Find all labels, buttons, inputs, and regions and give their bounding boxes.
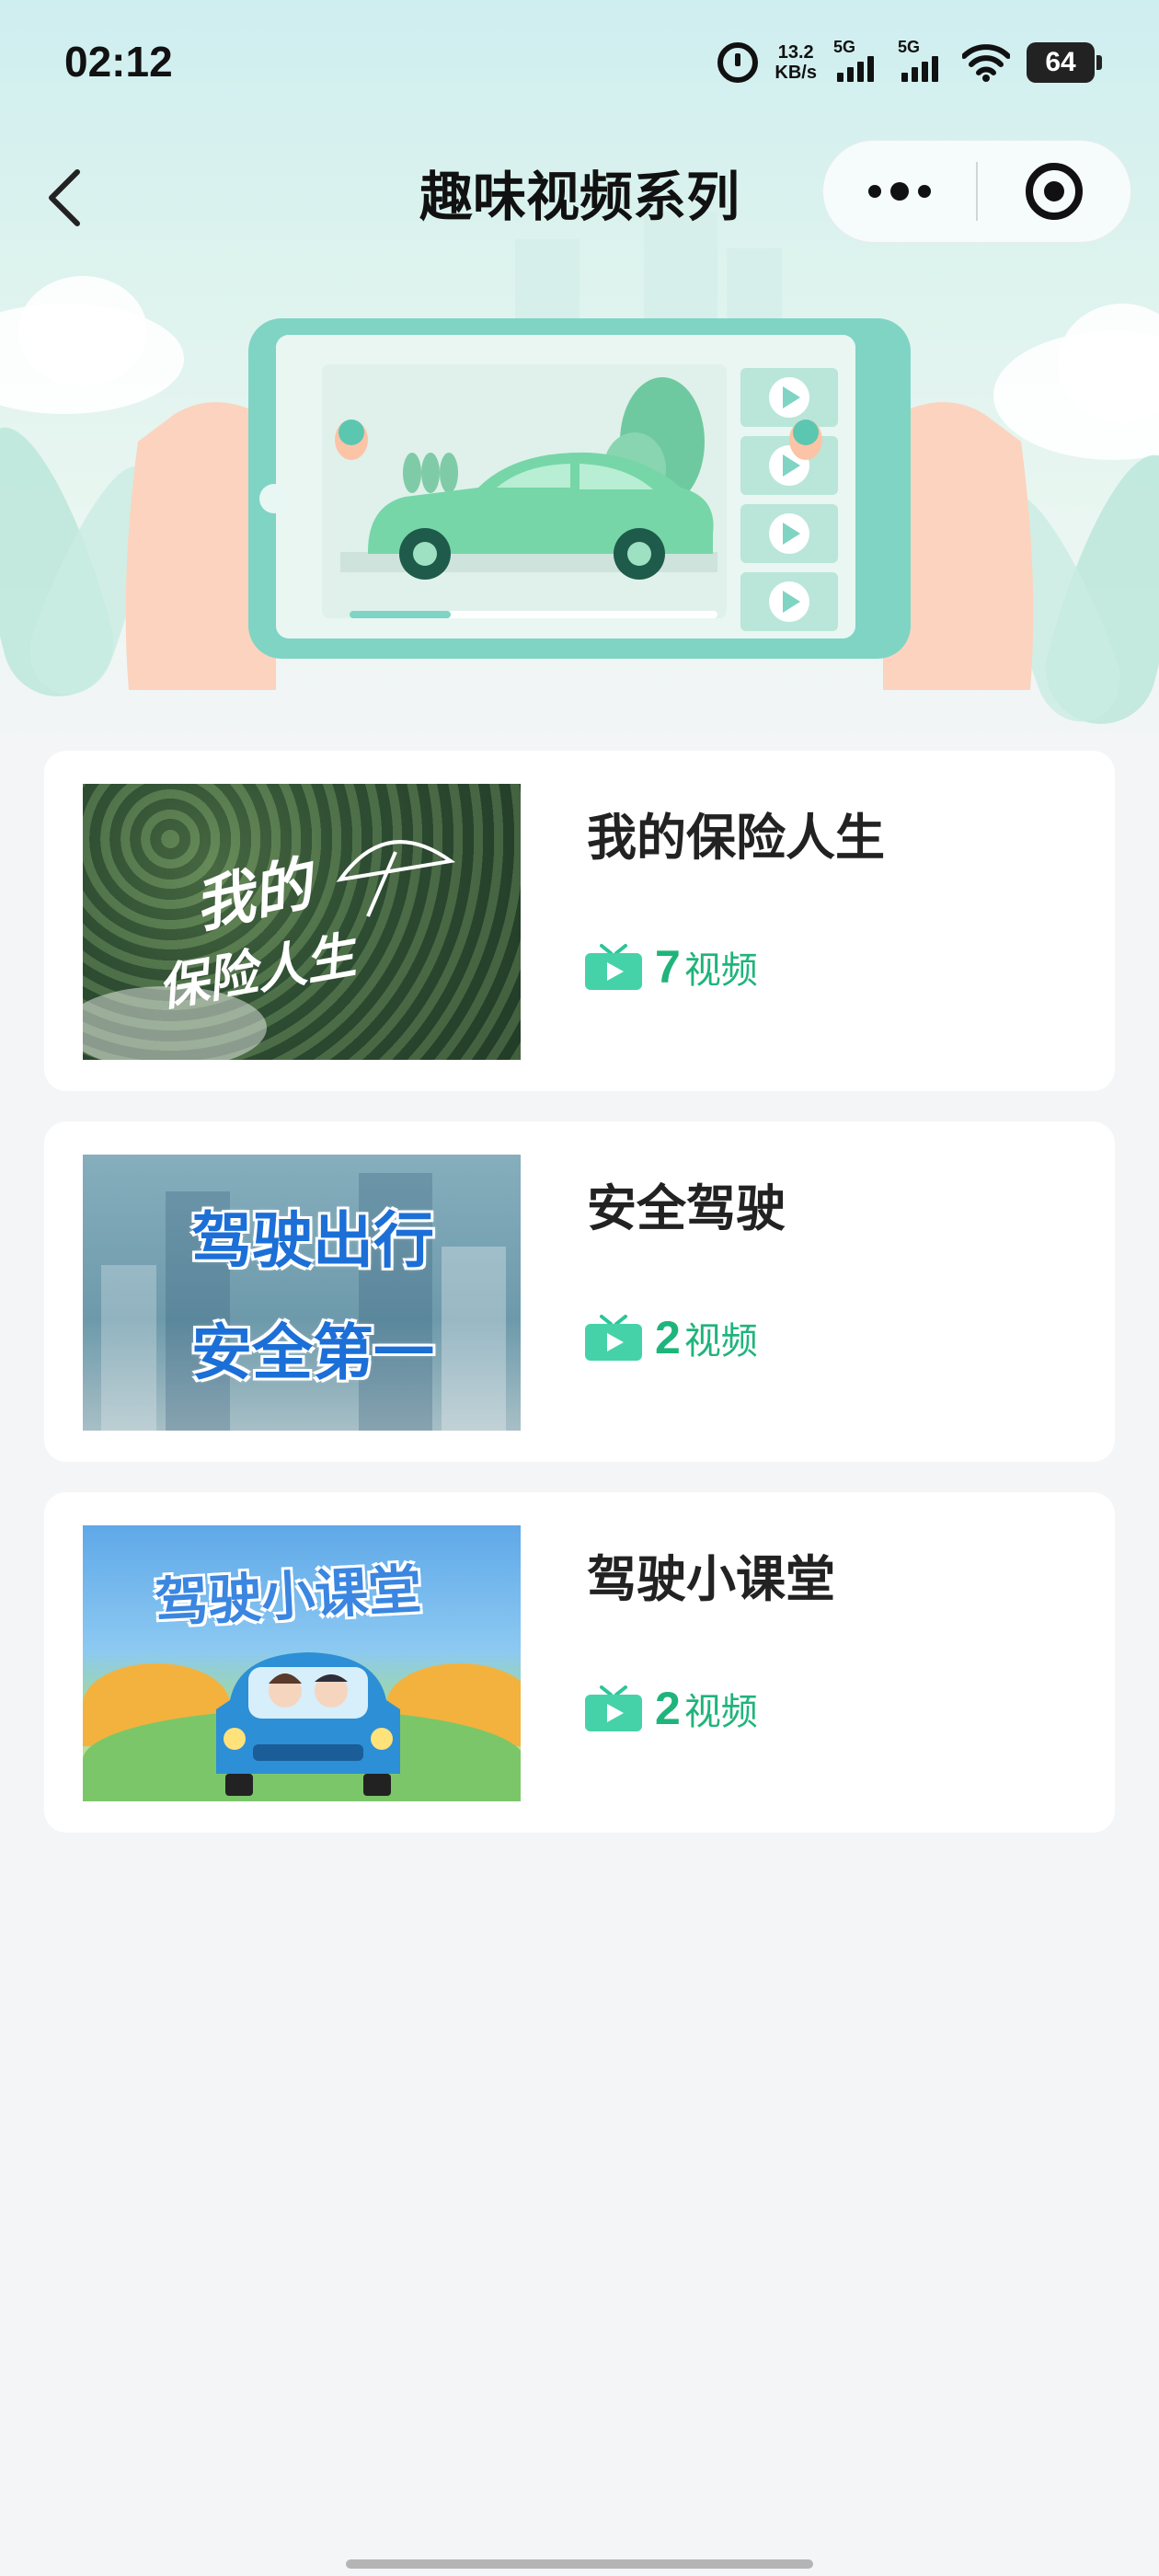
thumbnail-caption: 驾驶出行 [191,1205,434,1276]
car-icon [216,1652,400,1796]
series-thumbnail: 驾驶出行 安全第一 [83,1155,521,1431]
thumbnail-caption: 安全第一 [191,1317,434,1388]
tv-icon [585,1685,642,1731]
alarm-icon [717,42,759,83]
signal-icon: 5G [833,38,881,84]
video-count-number: 7 [655,941,681,993]
signal-icon: 5G [898,38,946,84]
status-icons: 13.2 KB/s 5G 5G 64 [717,37,1102,88]
video-count: 7 视频 [585,935,758,999]
network-speed: 13.2 KB/s [775,42,817,83]
series-card-safe-driving[interactable]: 驾驶出行 安全第一 安全驾驶 2 视频 [44,1121,1115,1462]
video-count-number: 2 [655,1683,681,1734]
video-count-label: 视频 [683,1691,758,1733]
network-speed-value: 13.2 [777,42,814,63]
home-indicator[interactable] [346,2559,813,2569]
close-mini-program-button[interactable] [978,141,1130,242]
hero-illustration [125,318,1034,690]
series-title: 安全驾驶 [587,1179,786,1237]
video-count-number: 2 [655,1312,681,1363]
network-speed-unit: KB/s [775,63,817,83]
chevron-left-icon [49,169,80,226]
series-thumbnail: 驾驶小课堂 [83,1525,521,1801]
tv-icon [585,1315,642,1361]
video-count-label: 视频 [683,949,758,992]
umbrella-icon [336,840,456,917]
series-title: 驾驶小课堂 [587,1550,835,1608]
sim1-label: 5G [833,38,856,56]
video-count-label: 视频 [683,1320,758,1363]
back-button[interactable] [37,161,92,235]
video-count: 2 视频 [585,1676,758,1741]
status-time: 02:12 [64,38,173,86]
tv-icon [585,944,642,990]
series-thumbnail: 我的 保险人生 [83,784,521,1060]
more-button[interactable] [823,141,976,242]
wifi-icon [962,44,1010,82]
page-title: 趣味视频系列 [419,166,740,228]
status-bar: 02:12 13.2 KB/s 5G 5G 64 [0,0,1159,129]
battery-indicator: 64 [1027,42,1102,83]
thumbnail-caption: 驾驶小课堂 [153,1558,423,1635]
sim2-label: 5G [898,38,921,56]
mini-program-capsule [822,140,1131,243]
video-count: 2 视频 [585,1305,758,1370]
series-card-driving-classroom[interactable]: 驾驶小课堂 驾驶小课堂 2 视频 [44,1492,1115,1833]
series-title: 我的保险人生 [587,809,885,867]
target-icon [1025,163,1083,220]
series-card-my-insurance-life[interactable]: 我的 保险人生 我的保险人生 7 视频 [44,751,1115,1091]
